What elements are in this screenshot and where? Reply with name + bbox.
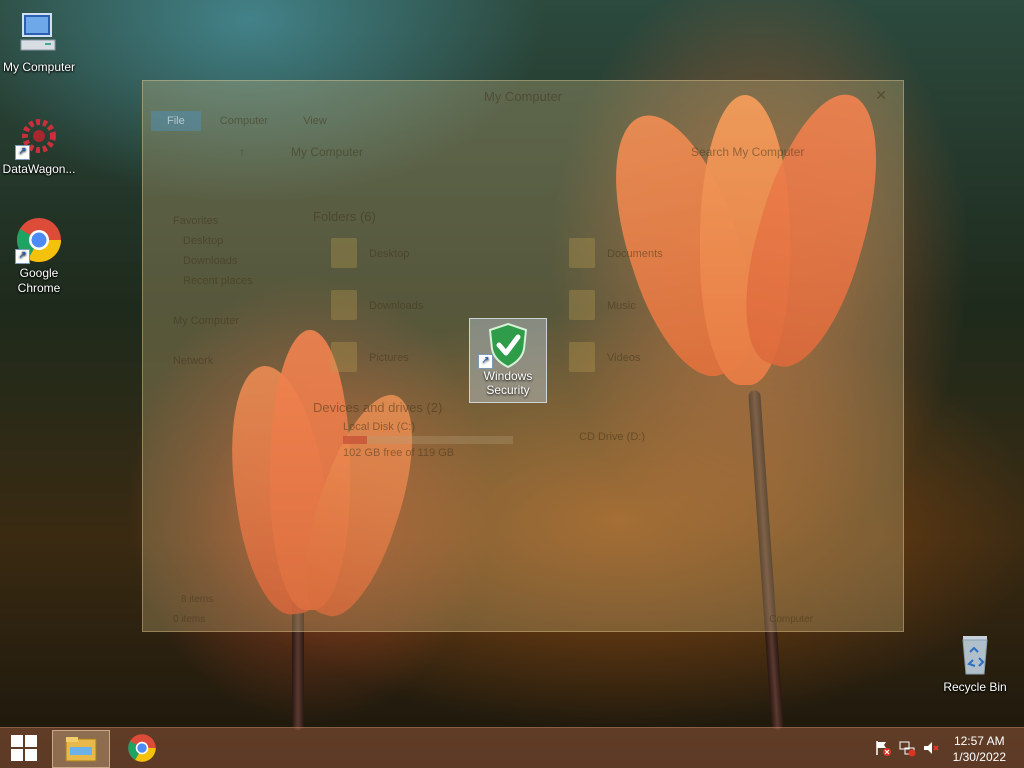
taskbar-google-chrome[interactable] bbox=[114, 730, 170, 766]
shortcut-arrow-icon: ↗ bbox=[15, 249, 30, 264]
folder-icon bbox=[569, 238, 595, 268]
folder-music: Music bbox=[569, 288, 789, 328]
shortcut-arrow-icon: ↗ bbox=[15, 145, 30, 160]
ribbon-tabs: File Computer View bbox=[151, 111, 895, 133]
shortcut-arrow-icon: ↗ bbox=[478, 354, 493, 369]
tab-computer: Computer bbox=[219, 115, 269, 127]
folder-label: Downloads bbox=[369, 300, 424, 312]
nav-item-recent-places: Recent places bbox=[183, 275, 253, 287]
folder-row: Downloads Music bbox=[313, 288, 883, 340]
status-bar-location: Computer bbox=[769, 614, 813, 625]
up-arrow-icon: ↑ bbox=[239, 145, 245, 159]
folder-label: Videos bbox=[607, 352, 641, 364]
desktop-icon-label: Windows Security bbox=[483, 369, 533, 397]
folder-icon bbox=[331, 342, 357, 372]
folder-label: Documents bbox=[607, 248, 663, 260]
folder-row: Pictures Videos bbox=[313, 340, 883, 392]
folder-documents: Documents bbox=[569, 236, 789, 276]
desktop-icon-windows-security[interactable]: ↗ Windows Security bbox=[469, 318, 547, 403]
folder-label: Music bbox=[607, 300, 636, 312]
drives-row: Local Disk (C:) 102 GB free of 119 GB CD… bbox=[313, 421, 883, 471]
explorer-titlebar: My Computer ✕ bbox=[143, 81, 903, 111]
explorer-title: My Computer bbox=[483, 89, 563, 104]
desktop-icon-google-chrome[interactable]: ↗ Google Chrome bbox=[1, 216, 77, 296]
folder-icon bbox=[331, 238, 357, 268]
nav-my-computer: My Computer bbox=[173, 315, 240, 327]
drives-header: Devices and drives (2) bbox=[313, 400, 443, 415]
drive-c: Local Disk (C:) 102 GB free of 119 GB bbox=[343, 421, 513, 459]
folders-header: Folders (6) bbox=[313, 209, 376, 224]
tab-view: View bbox=[303, 115, 327, 127]
datawagon-icon: ↗ bbox=[15, 112, 63, 160]
network-icon[interactable] bbox=[898, 739, 916, 757]
start-button[interactable] bbox=[0, 730, 48, 766]
drive-usage-fill bbox=[343, 436, 367, 444]
items-count: 8 items bbox=[181, 594, 214, 605]
folder-icon bbox=[569, 290, 595, 320]
volume-muted-icon[interactable] bbox=[922, 739, 940, 757]
recycle-bin-icon bbox=[951, 630, 999, 678]
taskbar: 12:57 AM 1/30/2022 bbox=[0, 727, 1024, 768]
windows-logo-icon bbox=[11, 735, 37, 761]
action-center-flag-icon[interactable] bbox=[874, 739, 892, 757]
folder-label: Desktop bbox=[369, 248, 410, 260]
shield-check-icon: ↗ bbox=[478, 321, 532, 369]
computer-icon bbox=[15, 10, 63, 58]
folder-icon bbox=[569, 342, 595, 372]
nav-favorites: Favorites bbox=[173, 215, 219, 227]
system-clock[interactable]: 12:57 AM 1/30/2022 bbox=[953, 733, 1006, 765]
folder-row: Desktop Documents bbox=[313, 236, 883, 288]
desktop-icon-recycle-bin[interactable]: Recycle Bin bbox=[937, 630, 1013, 695]
folder-videos: Videos bbox=[569, 340, 789, 380]
clock-date: 1/30/2022 bbox=[952, 750, 1006, 764]
nav-item-downloads: Downloads bbox=[183, 255, 238, 267]
desktop-icon-label: Recycle Bin bbox=[943, 680, 1007, 694]
folder-icon bbox=[331, 290, 357, 320]
desktop-icon-datawagon[interactable]: ↗ DataWagon... bbox=[1, 112, 77, 177]
status-bar-count: 0 items bbox=[173, 614, 206, 625]
tab-file: File bbox=[151, 111, 201, 131]
folder-desktop: Desktop bbox=[331, 236, 551, 276]
drive-d: CD Drive (D:) bbox=[579, 431, 645, 443]
nav-network: Network bbox=[173, 355, 214, 367]
desktop-icon-label: DataWagon... bbox=[2, 162, 76, 176]
nav-item-desktop: Desktop bbox=[183, 235, 224, 247]
navigation-pane: Favorites Desktop Downloads Recent place… bbox=[163, 211, 293, 371]
address-bar: ↑ My Computer Search My Computer bbox=[151, 143, 895, 165]
folder-label: Pictures bbox=[369, 352, 409, 364]
desktop-icon-label: Google Chrome bbox=[17, 266, 61, 295]
desktop-icon-label: My Computer bbox=[2, 60, 76, 74]
search-box: Search My Computer bbox=[691, 145, 805, 159]
clock-time: 12:57 AM bbox=[953, 734, 1005, 748]
chrome-icon bbox=[128, 734, 156, 762]
file-explorer-icon bbox=[65, 737, 97, 762]
desktop-icon-my-computer[interactable]: My Computer bbox=[1, 10, 77, 75]
taskbar-file-explorer[interactable] bbox=[52, 730, 110, 768]
drive-space: 102 GB free of 119 GB bbox=[343, 447, 455, 459]
explorer-content: Folders (6) Desktop Documents Downloads … bbox=[313, 209, 883, 471]
drive-label: Local Disk (C:) bbox=[343, 421, 416, 433]
close-icon: ✕ bbox=[875, 87, 887, 103]
chrome-icon: ↗ bbox=[15, 216, 63, 264]
drive-usage-bar bbox=[343, 436, 513, 444]
drive-label: CD Drive (D:) bbox=[579, 431, 645, 443]
breadcrumb: My Computer bbox=[291, 145, 364, 159]
